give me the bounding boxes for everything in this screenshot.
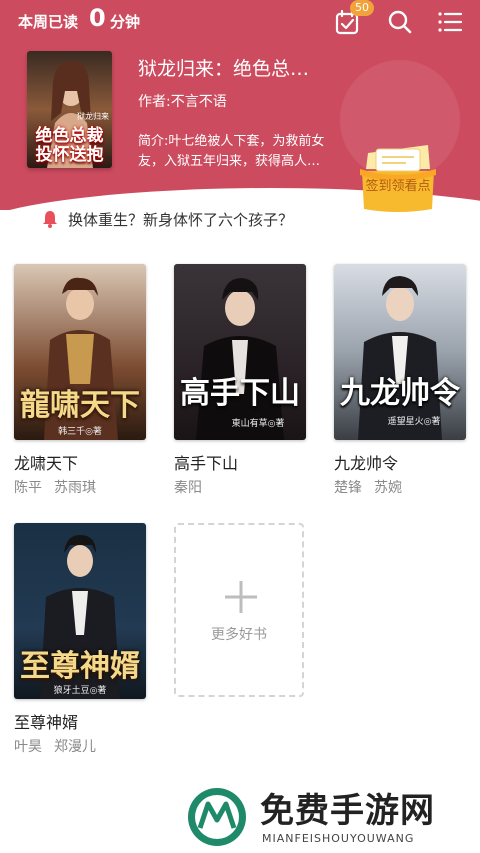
book-cover-author: 狼牙土豆◎著 (53, 686, 107, 696)
weekly-read-count: 0 (89, 4, 106, 32)
book-title[interactable]: 龙啸天下 (14, 450, 78, 474)
book-character: 苏婉 (374, 480, 402, 496)
book-cover-author: 東山有草◎著 (231, 419, 285, 429)
bell-icon (43, 211, 57, 228)
book-cover[interactable]: 九龙帅令 遥望星火◎著 (334, 264, 466, 440)
book-cover[interactable]: 至尊神婿 狼牙土豆◎著 (14, 523, 146, 699)
notice-bar[interactable]: 换体重生？新身体怀了六个孩子？ (40, 207, 293, 231)
book-character: 苏雨琪 (54, 480, 96, 496)
book-characters: 楚锋 苏婉 (334, 477, 414, 497)
featured-cover-line3: 投怀送抱 (35, 145, 104, 165)
book-character: 秦阳 (174, 480, 202, 496)
book-characters: 叶昊 郑漫儿 (14, 736, 108, 756)
book-cover-title: 九龙帅令 (340, 376, 460, 411)
book-characters: 陈平 苏雨琪 (14, 477, 108, 497)
book-cover-title: 高手下山 (180, 376, 300, 411)
search-icon[interactable] (386, 8, 414, 36)
book-character: 陈平 (14, 480, 42, 496)
featured-book-title[interactable]: 狱龙归来：绝色总… (138, 54, 338, 81)
featured-book-intro: 简介:叶七绝被人下套，为救前女友，入狱五年归来，获得高人… (138, 134, 325, 169)
book-cover[interactable]: 龍啸天下 韩三千◎著 (14, 264, 146, 440)
notice-text: 换体重生？新身体怀了六个孩子？ (68, 210, 294, 229)
book-characters: 秦阳 (174, 477, 214, 497)
book-cover-author: 韩三千◎著 (58, 427, 102, 437)
book-character: 楚锋 (334, 480, 362, 496)
book-character: 叶昊 (14, 739, 42, 755)
weekly-read-label: 本周已读 (18, 13, 79, 31)
menu-icon[interactable] (436, 8, 464, 36)
book-character: 郑漫儿 (54, 739, 96, 755)
signin-label: 签到领看点 (365, 179, 431, 194)
book-title[interactable]: 高手下山 (174, 450, 238, 474)
more-books-button[interactable]: 更多好书 (174, 523, 304, 697)
featured-book-cover[interactable]: 狱龙归来 绝色总裁 投怀送抱 (27, 51, 112, 168)
book-title[interactable]: 至尊神婿 (14, 709, 78, 733)
weekly-read-unit: 分钟 (110, 13, 141, 31)
more-books-label: 更多好书 (211, 627, 267, 643)
plus-icon (225, 581, 257, 613)
book-cover-title: 龍啸天下 (20, 388, 140, 423)
checkin-badge: 50 (350, 0, 374, 16)
signin-reward-button[interactable]: 签到领看点 (356, 133, 440, 213)
featured-book-author: 作者:不言不语 (138, 94, 227, 110)
book-cover-author: 遥望星火◎著 (387, 417, 441, 427)
book-cover[interactable]: 高手下山 東山有草◎著 (174, 264, 306, 440)
book-cover-title: 至尊神婿 (20, 649, 140, 684)
book-title[interactable]: 九龙帅令 (334, 450, 398, 474)
top-bar: 本周已读 0 分钟 50 (0, 0, 480, 44)
watermark-title: 免费手游网 (260, 791, 435, 831)
watermark-logo-icon (188, 788, 246, 846)
watermark-subtitle: MIANFEISHOUYOUWANG (262, 832, 415, 845)
